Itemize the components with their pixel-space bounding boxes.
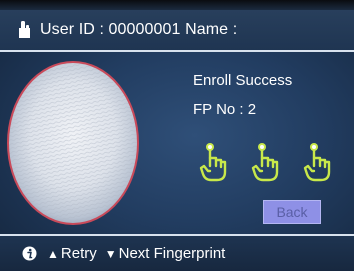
capture-indicators xyxy=(196,140,336,184)
user-info-text: User ID : 00000001 Name : xyxy=(40,21,238,38)
user-icon xyxy=(19,21,30,38)
header-bar: User ID : 00000001 Name : xyxy=(0,10,354,50)
back-button[interactable]: Back xyxy=(263,200,321,224)
fp-number: FP No : 2 xyxy=(193,101,257,118)
retry-up-arrow-icon: ▲ xyxy=(47,246,59,261)
finger-touch-icon xyxy=(199,143,227,182)
retry-option[interactable]: Retry xyxy=(61,245,97,262)
header-divider xyxy=(0,50,354,52)
next-fingerprint-option[interactable]: Next Fingerprint xyxy=(119,245,226,262)
enroll-status: Enroll Success xyxy=(193,72,293,89)
info-icon xyxy=(22,246,37,261)
next-down-arrow-icon: ▼ xyxy=(104,246,117,261)
finger-touch-icon xyxy=(303,143,331,182)
finger-touch-icon xyxy=(251,143,279,182)
fingerprint-enroll-screen: User ID : 00000001 Name : Enroll Success… xyxy=(0,0,354,271)
fingerprint-image xyxy=(4,58,142,228)
footer-bar: ▲ Retry ▼ Next Fingerprint xyxy=(0,236,354,271)
screen-bezel xyxy=(0,0,354,10)
